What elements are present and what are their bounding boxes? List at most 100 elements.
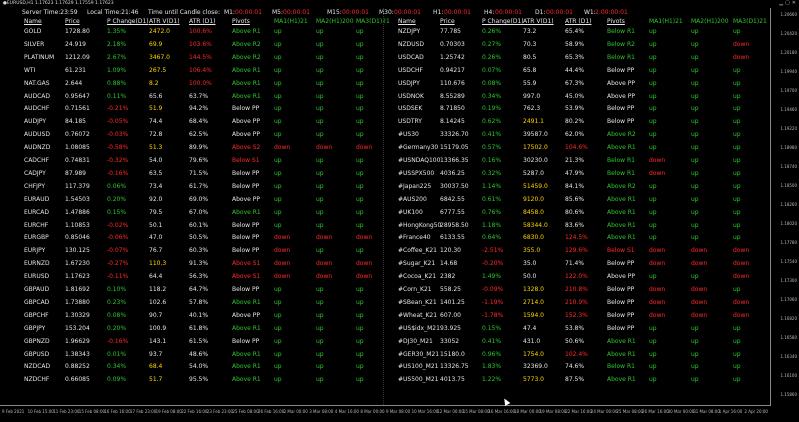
- symbol-name[interactable]: NZDUSD: [398, 40, 424, 50]
- table-row[interactable]: USDTRY 8.14245 0.62% 2491.1 80.2% Below PP up u…: [0, 117, 780, 131]
- table-row[interactable]: NZDUSD 0.70303 0.27% 70.3 58.9% Below R2 up up d…: [0, 40, 780, 54]
- cell-ma3: up: [733, 118, 741, 126]
- cell-piv: Below PP: [607, 324, 635, 332]
- cell-atr: 65.4%: [565, 28, 585, 35]
- table-row[interactable]: #Coffee_K21 120.30 -2.51% 355.0 129.6% Below …: [0, 246, 780, 260]
- close-icon[interactable]: ✕: [792, 0, 796, 6]
- table-row[interactable]: #USNDAQ100 13366.35 0.16% 30230.0 21.3% Below…: [0, 156, 780, 170]
- table-row[interactable]: #Japan225 30037.50 1.14% 51459.0 84.1% Above …: [0, 182, 780, 196]
- table-row[interactable]: NZDJPY 77.785 0.26% 73.2 65.4% Below R1 up up up: [0, 27, 780, 41]
- symbol-name[interactable]: #Japan225: [398, 182, 431, 192]
- cell-price: 110.676: [440, 79, 465, 87]
- timeframe-countdown: 2:00:00:01: [595, 9, 628, 16]
- symbol-name[interactable]: #US30: [398, 130, 419, 140]
- cell-price: 1401.25: [440, 298, 465, 306]
- cell-ma2: up: [691, 350, 699, 358]
- cell-atr: 80.6%: [565, 208, 585, 216]
- cell-pc: 0.76%: [482, 208, 502, 216]
- time-tick: 31 Mar 08:00: [693, 409, 720, 414]
- cell-piv: Above R1: [607, 195, 636, 203]
- table-row[interactable]: #GER30_M21 15180.0 0.96% 1754.0 102.4% Above …: [0, 350, 780, 364]
- cell-ma3: down: [733, 40, 750, 48]
- column-header: MA1(H1)21: [649, 18, 683, 25]
- table-row[interactable]: USDJPY 110.676 0.08% 55.9 67.3% Above PP up up u…: [0, 79, 780, 93]
- symbol-name[interactable]: #USNDAQ100: [398, 156, 440, 166]
- symbol-name[interactable]: #GER30_M21: [398, 350, 439, 360]
- table-row[interactable]: #Germany30 15179.05 0.57% 17502.0 104.6% Abov…: [0, 143, 780, 157]
- cell-price: 0.94217: [440, 66, 465, 74]
- symbol-name[interactable]: #Wheat_K21: [398, 311, 437, 321]
- cell-price: 6777.55: [440, 208, 465, 216]
- symbol-name[interactable]: #SBean_K21: [398, 298, 437, 308]
- symbol-name[interactable]: USDJPY: [398, 79, 420, 89]
- table-row[interactable]: #US100_M21 13326.75 1.83% 32369.0 74.6% Below…: [0, 362, 780, 376]
- cell-atr: 45.0%: [565, 92, 585, 100]
- cell-piv: Below PP: [607, 311, 635, 319]
- symbol-name[interactable]: USDSEK: [398, 104, 422, 114]
- cell-price: 14.68: [440, 260, 458, 268]
- symbol-name[interactable]: #US500_M21: [398, 375, 439, 385]
- symbol-name[interactable]: #Sugar_K21: [398, 259, 435, 269]
- minimize-icon[interactable]: ▁: [779, 0, 783, 6]
- candle-close-label: Time until Candle close:: [148, 9, 221, 16]
- table-row[interactable]: #HongKong50 28958.50 1.18% 58344.0 83.6% Abov…: [0, 221, 780, 235]
- cell-ma3: down: [733, 298, 750, 306]
- table-row[interactable]: USDCHF 0.94217 0.07% 65.8 44.4% Below PP up up u…: [0, 66, 780, 80]
- symbol-name[interactable]: #Cocoa_K21: [398, 272, 436, 282]
- table-row[interactable]: USDCAD 1.25742 0.26% 80.5 65.3% Below R1 up up d…: [0, 53, 780, 67]
- symbol-name[interactable]: #DJ30_M21: [398, 337, 433, 347]
- symbol-name[interactable]: #UK100: [398, 208, 423, 218]
- table-row[interactable]: #Sugar_K21 14.68 -0.20% 35.0 71.4% Below PP do…: [0, 259, 780, 273]
- cell-atr: 47.9%: [565, 169, 585, 177]
- symbol-name[interactable]: #Corn_K21: [398, 285, 432, 295]
- symbol-name[interactable]: #HongKong50: [398, 221, 441, 231]
- price-scale[interactable]: 1.20660 1.20420 1.20180 1.19940 1.19700 1.194…: [770, 8, 799, 405]
- time-axis[interactable]: 9 Feb 2021 10 Feb 15:00 11 Feb 23:00 15 Feb…: [0, 405, 771, 422]
- cell-ma3: up: [733, 169, 741, 177]
- table-row[interactable]: #Wheat_K21 607.00 -1.78% 1594.0 152.3% Below …: [0, 311, 780, 325]
- timeframe-label: M1:: [224, 9, 236, 16]
- cell-ma3: up: [733, 195, 741, 203]
- table-row[interactable]: #US500_M21 4013.75 1.22% 5773.0 87.5% Above R…: [0, 375, 780, 389]
- symbol-name[interactable]: USDCHF: [398, 66, 423, 76]
- table-row[interactable]: #SBean_K21 1401.25 -1.19% 2714.0 210.9% Below…: [0, 298, 780, 312]
- symbol-name[interactable]: USDNOK: [398, 92, 424, 102]
- symbol-name[interactable]: #Germany30: [398, 143, 438, 153]
- symbol-name[interactable]: #Coffee_K21: [398, 246, 437, 256]
- cell-atrv: 5773.0: [523, 376, 544, 384]
- cell-atrv: 55.9: [523, 79, 537, 87]
- time-tick: 3 Mar 08:00: [309, 409, 334, 414]
- cell-ma3: up: [733, 363, 741, 371]
- table-row[interactable]: #AUS200 6842.55 0.61% 9120.0 85.6% Above R1 up…: [0, 195, 780, 209]
- table-row[interactable]: USDSEK 8.71850 0.19% 762.3 53.9% Below PP up up…: [0, 104, 780, 118]
- maximize-icon[interactable]: ▢: [785, 0, 790, 6]
- symbol-name[interactable]: USDTRY: [398, 117, 422, 127]
- table-row[interactable]: #Corn_K21 558.25 -0.09% 1328.0 210.8% Below P…: [0, 285, 780, 299]
- symbol-name[interactable]: #AUS200: [398, 195, 427, 205]
- symbol-name[interactable]: USDCAD: [398, 53, 424, 63]
- cell-price: 120.30: [440, 247, 461, 255]
- timeframe-countdown: 00:00:01: [394, 9, 421, 16]
- symbol-name[interactable]: #France40: [398, 233, 431, 243]
- table-row[interactable]: #UK100 6777.55 0.76% 8458.0 80.6% Above R1 up u…: [0, 208, 780, 222]
- price-tick: 1.16580: [780, 335, 797, 340]
- cell-ma1: down: [649, 286, 666, 293]
- symbol-name[interactable]: #USSPX500: [398, 169, 434, 179]
- table-row[interactable]: #Cocoa_K21 2382 1.49% 50.0 122.0% Above PP up u…: [0, 272, 780, 286]
- symbol-name[interactable]: #US100_M21: [398, 362, 439, 372]
- symbol-name[interactable]: NZDJPY: [398, 27, 420, 37]
- cell-piv: Below R1: [607, 169, 635, 177]
- table-row[interactable]: #US30 33326.70 0.41% 39587.0 62.0% Above R2 up…: [0, 130, 780, 144]
- table-row[interactable]: USDNOK 8.55289 0.34% 997.0 45.0% Above PP up up…: [0, 92, 780, 106]
- cell-ma2: up: [691, 131, 699, 139]
- symbol-name[interactable]: #US$idx_M21: [398, 324, 440, 334]
- table-row[interactable]: #US$idx_M21 93.925 0.15% 47.4 53.8% Below PP u…: [0, 324, 780, 338]
- cell-pc: 0.27%: [482, 40, 502, 48]
- cell-ma2: down: [691, 311, 708, 319]
- table-row[interactable]: #USSPX500 4036.25 0.32% 5287.0 47.9% Below R1…: [0, 169, 780, 183]
- table-row[interactable]: #France40 6133.55 0.64% 6830.0 124.5% Above R…: [0, 233, 780, 247]
- cell-price: 28958.50: [440, 221, 469, 229]
- table-row[interactable]: #DJ30_M21 33052 0.41% 431.0 50.6% Above R1 up u…: [0, 337, 780, 351]
- time-tick: 22 Feb 16:00: [181, 409, 208, 414]
- cell-pc: -2.51%: [482, 247, 504, 255]
